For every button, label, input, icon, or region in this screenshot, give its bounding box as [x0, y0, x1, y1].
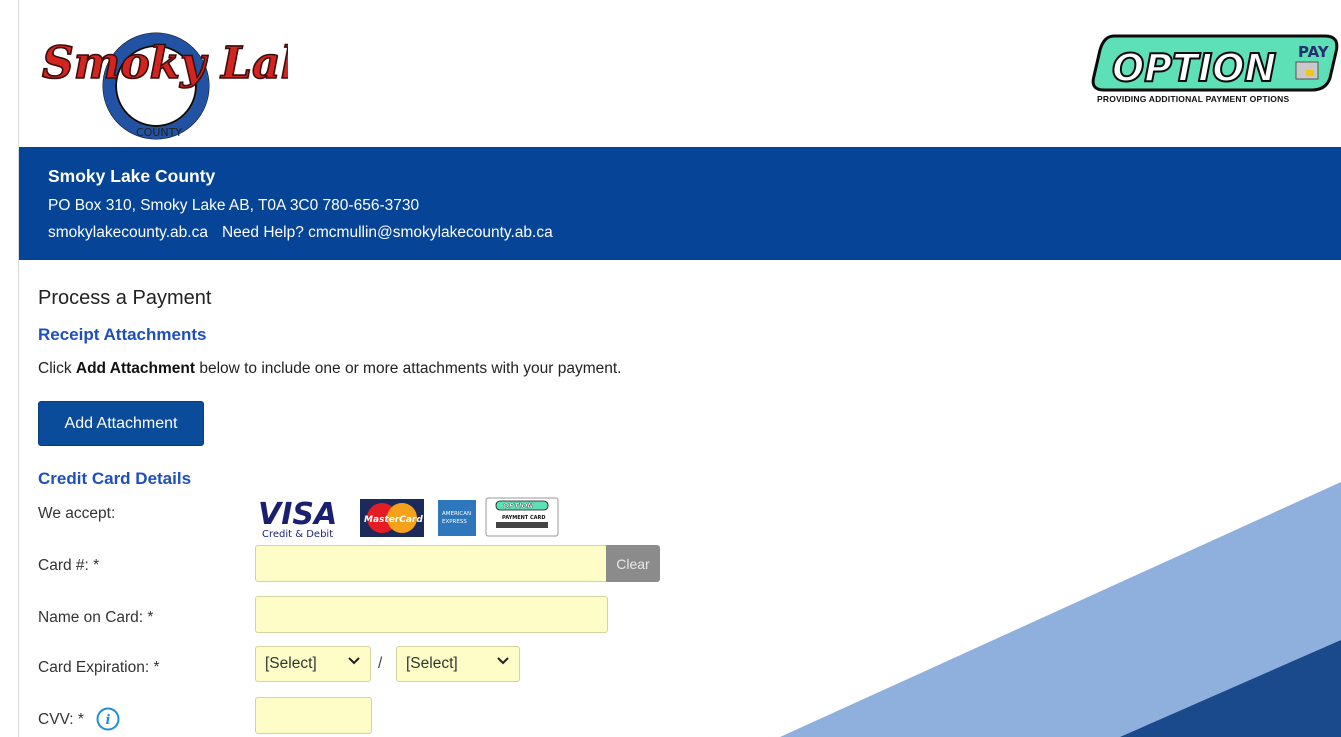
expiration-separator: / [378, 655, 383, 672]
organization-website[interactable]: smokylakecounty.ab.ca [48, 224, 208, 241]
expiration-month-value: [Select] [265, 655, 317, 672]
svg-text:Credit & Debit: Credit & Debit [262, 529, 333, 540]
credit-card-details-heading: Credit Card Details [38, 469, 192, 488]
card-number-input[interactable] [255, 545, 607, 582]
organization-name: Smoky Lake County [48, 166, 216, 186]
receipt-attachments-heading: Receipt Attachments [38, 325, 207, 344]
organization-address: PO Box 310, Smoky Lake AB, T0A 3C0 780-6… [48, 197, 420, 214]
expiration-year-value: [Select] [406, 655, 458, 672]
smoky-lake-county-logo: Smoky Lake COUNTY [41, 32, 288, 140]
info-icon[interactable]: i [96, 707, 120, 731]
option-payment-card-icon: OPTION PAYMENT CARD [485, 497, 559, 537]
instruction-prefix: Click [38, 360, 76, 377]
help-email[interactable]: Need Help? cmcmullin@smokylakecounty.ab.… [222, 224, 553, 241]
svg-text:EXPRESS: EXPRESS [442, 519, 467, 525]
cvv-label: CVV: * [38, 711, 84, 728]
attachment-instructions: Click Add Attachment below to include on… [38, 360, 622, 378]
svg-text:VISA: VISA [258, 497, 337, 532]
svg-text:MasterCard: MasterCard [364, 515, 423, 525]
american-express-icon: AMERICAN EXPRESS [438, 500, 476, 536]
left-border [18, 0, 19, 737]
decorative-background-shapes [780, 482, 1341, 737]
chevron-down-icon [497, 657, 509, 665]
expiration-year-select[interactable]: [Select] [396, 646, 520, 682]
organization-contact: smokylakecounty.ab.ca Need Help? cmcmulli… [48, 224, 553, 242]
logo-text: Smoky Lake [42, 38, 288, 89]
organization-banner: Smoky Lake County PO Box 310, Smoky Lake… [19, 147, 1341, 260]
instruction-bold: Add Attachment [75, 360, 196, 377]
svg-text:OPTION: OPTION [503, 502, 533, 510]
chevron-down-icon [348, 657, 360, 665]
svg-text:i: i [106, 713, 111, 728]
optionpay-tagline: PROVIDING ADDITIONAL PAYMENT OPTIONS [1097, 94, 1290, 104]
expiration-month-select[interactable]: [Select] [255, 646, 371, 682]
we-accept-label: We accept: [38, 505, 116, 522]
cvv-input[interactable] [255, 697, 372, 734]
instruction-suffix: below to include one or more attachments… [195, 360, 622, 377]
svg-text:PAYMENT CARD: PAYMENT CARD [502, 515, 545, 521]
name-on-card-input[interactable] [255, 596, 608, 633]
mastercard-icon: MasterCard [360, 499, 424, 537]
svg-text:AMERICAN: AMERICAN [442, 511, 471, 517]
card-expiration-label: Card Expiration: * [38, 659, 160, 676]
name-on-card-label: Name on Card: * [38, 609, 154, 626]
visa-card-icon: VISA Credit & Debit [258, 497, 337, 540]
logo-sub-text: COUNTY [136, 126, 182, 139]
accepted-cards: VISA Credit & Debit MasterCard AMERICAN … [258, 497, 559, 540]
card-number-label: Card #: * [38, 557, 100, 574]
svg-text:OPTION: OPTION [1112, 46, 1276, 90]
add-attachment-button[interactable]: Add Attachment [38, 401, 204, 446]
page-title: Process a Payment [38, 287, 212, 309]
clear-card-button[interactable]: Clear [606, 545, 660, 582]
svg-text:PAY: PAY [1298, 43, 1330, 61]
